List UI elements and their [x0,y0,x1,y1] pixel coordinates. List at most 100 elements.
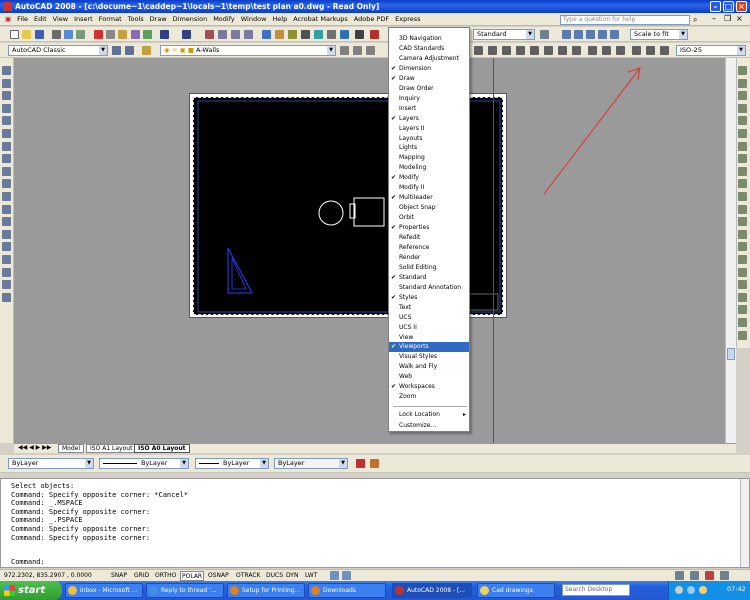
break-icon[interactable] [738,217,747,227]
paste-icon[interactable] [118,30,127,39]
task-downloads[interactable]: Downloads [308,583,386,598]
dim-update-icon[interactable] [660,46,669,55]
menu-item-camera-adjustment[interactable]: Camera Adjustment [389,54,469,64]
menu-item-zoom[interactable]: Zoom [389,392,469,402]
explode-icon[interactable] [738,267,747,277]
menu-item-customize[interactable]: Customize... [389,421,469,431]
desktop-search-input[interactable]: Search Desktop [562,584,630,596]
menu-item-properties[interactable]: ✔ Properties [389,223,469,233]
linetype-select[interactable]: ByLayer ▼ [99,458,189,469]
scale-icon[interactable] [738,154,747,164]
menu-item-lock-location[interactable]: Lock Location ▸ [389,410,469,420]
menu-item-viewports[interactable]: ✔ Viewports [389,342,469,353]
layer-select[interactable]: ◉ ☼ ▣ ■ A-Walls ▼ [160,45,336,56]
task-cad-drawings[interactable]: Cad drawings [477,583,555,598]
pdf-settings-icon[interactable] [370,459,379,468]
clock[interactable]: 07:42 [727,585,746,593]
lineweight-select[interactable]: ByLayer ▼ [195,458,269,469]
scrollbar-thumb[interactable] [727,348,735,360]
menu-item-mapping[interactable]: Mapping [389,153,469,163]
publish-icon[interactable] [76,30,85,39]
pdf-create-icon[interactable] [356,459,365,468]
maximize-button[interactable]: □ [723,1,734,12]
design-center-icon[interactable] [275,30,284,39]
tool-palettes-icon[interactable] [288,30,297,39]
menu-item-render[interactable]: Render [389,253,469,263]
viewport-dialog-icon[interactable] [562,30,571,39]
circle-icon[interactable] [2,141,11,151]
dim-aligned-icon[interactable] [488,46,497,55]
help-search-input[interactable]: Type a question for help [560,15,690,25]
tray-icon-3[interactable] [699,586,707,594]
menu-item-solid-editing[interactable]: Solid Editing [389,263,469,273]
paper-model-icon[interactable] [330,571,339,580]
stretch-icon[interactable] [738,166,747,176]
layer-previous-icon[interactable] [353,46,362,55]
convert-viewport-icon[interactable] [598,30,607,39]
cut-icon[interactable] [94,30,103,39]
clip-viewport-icon[interactable] [610,30,619,39]
menu-item-layers[interactable]: ✔ Layers [389,114,469,124]
menu-tools[interactable]: Tools [125,15,147,23]
menu-acrobat-markups[interactable]: Acrobat Markups [290,15,351,23]
menu-item-modeling[interactable]: Modeling [389,163,469,173]
zoom-previous-icon[interactable] [244,30,253,39]
zoom-window-icon[interactable] [231,30,240,39]
menu-help[interactable]: Help [269,15,290,23]
doc-restore-icon[interactable]: ❐ [724,14,731,23]
polygon-icon[interactable] [2,103,11,113]
collect-leaders-icon[interactable] [738,330,747,340]
menu-item-lights[interactable]: Lights [389,143,469,153]
offset-icon[interactable] [738,103,747,113]
workspace-select[interactable]: AutoCAD Classic ▼ [8,45,108,56]
revision-cloud-icon[interactable] [2,154,11,164]
toggle-lwt[interactable]: LWT [304,571,318,581]
menu-item-draw-order[interactable]: Draw Order [389,84,469,94]
viewport-scale-select[interactable]: Scale to fit ▼ [630,29,688,40]
rectangle-icon[interactable] [2,116,11,126]
menu-item-insert[interactable]: Insert [389,104,469,114]
polyline-icon[interactable] [2,91,11,101]
plot-icon[interactable] [52,30,61,39]
spline-icon[interactable] [2,166,11,176]
construction-line-icon[interactable] [2,78,11,88]
move-icon[interactable] [738,129,747,138]
dim-text-edit-icon[interactable] [646,46,655,55]
menu-item-3d-navigation[interactable]: 3D Navigation [389,34,469,44]
menu-item-layers-ii[interactable]: Layers II [389,124,469,134]
menu-item-multileader[interactable]: ✔ Multileader [389,193,469,203]
help-search-icon[interactable]: ⌕ [693,15,697,25]
multiline-text-icon[interactable] [2,292,11,302]
multileader-icon[interactable] [738,280,747,290]
toggle-polar[interactable]: POLAR [180,571,205,581]
plotstyle-select[interactable]: ByLayer ▼ [274,458,348,469]
mirror-icon[interactable] [738,91,747,101]
layer-properties-icon[interactable] [142,46,151,55]
menu-adobe-pdf[interactable]: Adobe PDF [351,15,392,23]
table-icon[interactable] [2,280,11,290]
menu-item-walk-and-fly[interactable]: Walk and Fly [389,362,469,372]
menu-item-visual-styles[interactable]: Visual Styles [389,352,469,362]
undo-icon[interactable] [160,30,169,39]
ellipse-arc-icon[interactable] [2,192,11,201]
annotation-icon[interactable] [675,571,684,580]
dim-angular-icon[interactable] [572,46,581,55]
tab-iso-a1-layout[interactable]: ISO A1 Layout [86,444,137,453]
lock-icon[interactable] [690,571,699,580]
zoom-realtime-icon[interactable] [218,30,227,39]
join-icon[interactable] [738,229,747,239]
color-select[interactable]: ByLayer ▼ [8,458,94,469]
tab-nav-arrows-icon[interactable]: ◀◀ ◀ ▶ ▶▶ [18,444,51,451]
menu-item-modify-ii[interactable]: Modify II [389,183,469,193]
menu-item-standard-annotation[interactable]: Standard Annotation [389,283,469,293]
communication-center-icon[interactable] [705,571,714,580]
dim-radius-icon[interactable] [530,46,539,55]
toggle-snap[interactable]: SNAP [110,571,128,581]
quick-dimension-icon[interactable] [588,46,597,55]
trim-icon[interactable] [738,179,747,189]
ellipse-icon[interactable] [2,179,11,189]
menu-app-icon[interactable]: ▣ [2,15,14,23]
array-icon[interactable] [738,116,747,126]
dim-style-select[interactable]: ISO-25 ▼ [676,45,746,56]
quickcalc-icon[interactable] [327,30,336,39]
